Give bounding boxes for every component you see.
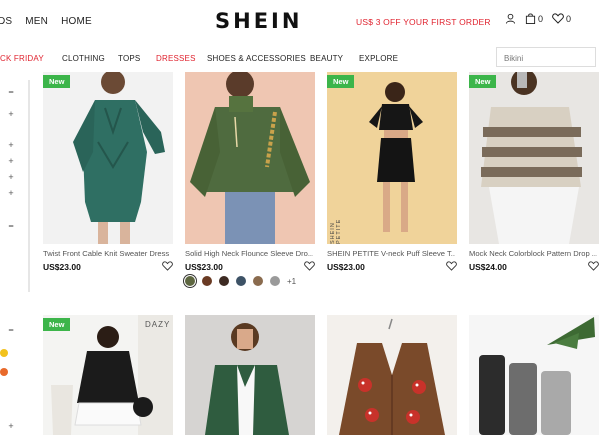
heart-icon[interactable] [588,261,599,271]
top-link-kids[interactable]: IDS [0,16,12,27]
color-swatch[interactable] [236,276,246,286]
color-swatch[interactable] [185,276,195,286]
shein-logo[interactable]: SHEIN [215,9,302,33]
product-price: US$24.00 [469,262,507,272]
filter-collapse-toggle[interactable]: − [6,325,16,335]
filter-expand-toggle[interactable]: + [6,421,16,431]
wishlist-button[interactable]: 0 [552,13,571,24]
new-badge: New [327,75,355,88]
top-header: IDS MEN HOME SHEIN US$ 3 OFF YOUR FIRST … [0,0,600,40]
filter-collapse-toggle[interactable]: − [6,221,16,231]
heart-icon[interactable] [162,261,173,271]
product-price: US$23.00 [327,262,365,272]
product-card[interactable]: New DAZY [43,315,173,435]
nav-item-dresses[interactable]: DRESSES [156,54,196,63]
account-button[interactable] [505,13,516,24]
product-title[interactable]: Twist Front Cable Knit Sweater Dress [43,249,171,258]
product-title[interactable]: Mock Neck Colorblock Pattern Drop ... [469,249,597,258]
image-brand-watermark: DAZY [145,320,171,329]
product-image[interactable] [469,315,599,435]
heart-icon[interactable] [304,261,315,271]
top-links: IDS MEN HOME [0,16,102,27]
color-swatch[interactable] [219,276,229,286]
product-image[interactable] [327,315,457,435]
product-image[interactable]: New [43,72,173,244]
product-card[interactable]: Solid High Neck Flounce Sleeve Dro... US… [185,72,315,292]
filter-expand-toggle[interactable]: + [6,140,16,150]
filter-collapse-toggle[interactable]: − [6,87,16,97]
product-card[interactable] [469,315,599,435]
product-card[interactable]: New Twist Front Cable Knit Sweater Dress… [43,72,173,277]
bag-icon [525,13,536,24]
filter-expand-toggle[interactable]: + [6,172,16,182]
product-title[interactable]: Solid High Neck Flounce Sleeve Dro... [185,249,313,258]
product-card[interactable]: New SHEIN PETITE SHEIN PETITE V-neck Puf… [327,72,457,277]
header-icons: 0 0 [505,13,580,24]
new-badge: New [43,318,71,331]
color-filter-swatch[interactable] [0,349,8,357]
nav-item-beauty[interactable]: BEAUTY [310,54,343,63]
product-title[interactable]: SHEIN PETITE V-neck Puff Sleeve T... [327,249,455,258]
product-card[interactable]: New Mock Neck Colorblock Pattern Drop ..… [469,72,599,277]
nav-item-clothing[interactable]: CLOTHING [62,54,105,63]
nav-item-explore[interactable]: EXPLORE [359,54,398,63]
color-swatch[interactable] [270,276,280,286]
filter-expand-toggle[interactable]: + [6,188,16,198]
filter-sidebar: − + + + + + − − + [0,72,34,435]
new-badge: New [43,75,71,88]
filter-expand-toggle[interactable]: + [6,109,16,119]
color-swatch[interactable] [202,276,212,286]
product-card[interactable] [185,315,315,435]
color-swatches: +1 [185,276,296,286]
bag-count: 0 [538,13,544,24]
product-image[interactable] [185,72,315,244]
product-card[interactable] [327,315,457,435]
product-image[interactable] [185,315,315,435]
top-link-home[interactable]: HOME [61,16,92,27]
more-colors-link[interactable]: +1 [287,277,296,286]
search-input[interactable] [497,49,595,68]
product-price: US$23.00 [43,262,81,272]
search-box[interactable] [496,47,596,68]
user-icon [505,13,516,24]
heart-icon[interactable] [446,261,457,271]
promo-banner[interactable]: US$ 3 OFF YOUR FIRST ORDER [356,17,491,27]
bag-button[interactable]: 0 [525,13,543,24]
product-price: US$23.00 [185,262,223,272]
filter-scrollbar[interactable] [28,80,30,292]
top-link-men[interactable]: MEN [25,16,48,27]
new-badge: New [469,75,497,88]
filter-expand-toggle[interactable]: + [6,156,16,166]
product-image[interactable]: New [469,72,599,244]
product-image[interactable]: New DAZY [43,315,173,435]
image-brand-watermark: SHEIN PETITE [330,218,342,244]
color-filter-swatch[interactable] [0,368,8,376]
wishlist-count: 0 [566,13,572,24]
heart-icon [552,13,564,24]
product-image[interactable]: New SHEIN PETITE [327,72,457,244]
nav-item-shoes-accessories[interactable]: SHOES & ACCESSORIES [207,54,306,63]
nav-item-black-friday[interactable]: CK FRIDAY [0,54,44,63]
color-swatch[interactable] [253,276,263,286]
nav-item-tops[interactable]: TOPS [118,54,140,63]
